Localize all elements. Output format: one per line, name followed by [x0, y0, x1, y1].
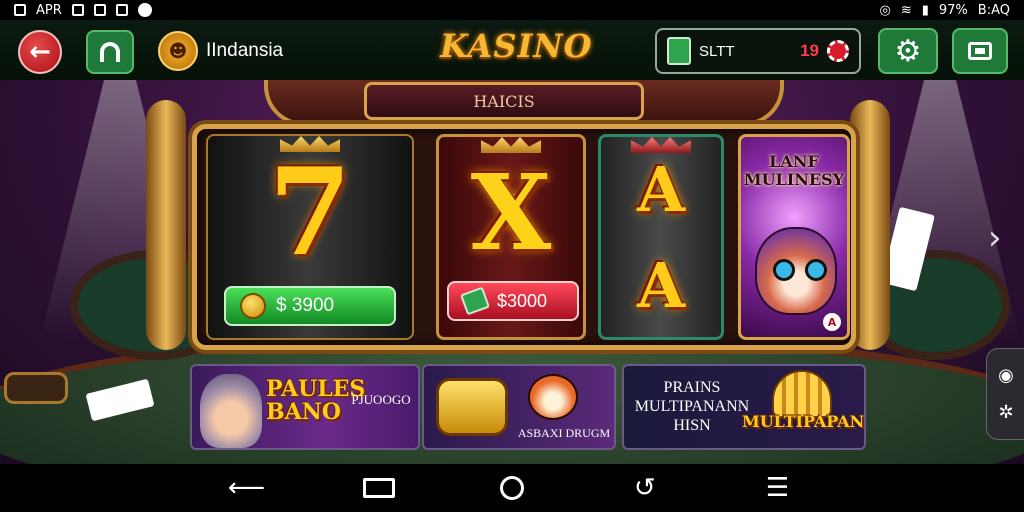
- reel-a[interactable]: A A: [598, 134, 724, 340]
- slot-pillar: [850, 100, 890, 350]
- slot-pillar: [146, 100, 186, 350]
- symbol-x: X: [470, 151, 552, 274]
- arrow-left-icon: ←: [29, 37, 51, 67]
- notification-icon: [14, 4, 26, 16]
- shell-icon: [772, 370, 832, 418]
- chip-icon: ◉: [998, 365, 1014, 386]
- back-icon: ⟵: [227, 473, 266, 503]
- reel-badge: A: [823, 313, 841, 331]
- feature-title: LANF MULINESY: [743, 152, 845, 189]
- status-left: APR: [14, 3, 152, 18]
- prize-button[interactable]: $3000: [447, 281, 579, 321]
- nav-home-button[interactable]: [490, 473, 534, 503]
- nav-back-button[interactable]: ⟵: [224, 473, 268, 503]
- window-icon: [968, 42, 992, 60]
- chip-icon: [827, 40, 849, 62]
- share-icon: ✲: [998, 402, 1014, 423]
- user-name: IIndansia: [206, 40, 284, 61]
- system-nav-bar: ⟵ ↺ ☰: [0, 464, 1024, 512]
- app-title: KASINO: [440, 27, 593, 65]
- promo-subtitle: PJUOOGO: [351, 392, 411, 407]
- side-panel-tab[interactable]: ◉ ✲: [986, 348, 1024, 440]
- signal-icon: ▮: [921, 2, 929, 18]
- home-icon: [499, 476, 524, 500]
- wallet-label: SLTT: [699, 42, 735, 60]
- symbol-a: A: [636, 153, 686, 226]
- gear-icon: ⚙: [894, 33, 922, 69]
- back-button[interactable]: ←: [18, 30, 62, 74]
- chevron-right-icon[interactable]: ›: [988, 218, 1002, 258]
- alarm-icon: ◎: [879, 2, 891, 18]
- nav-rotate-button[interactable]: ↺: [623, 473, 667, 503]
- nav-menu-button[interactable]: ☰: [756, 473, 800, 503]
- symbol-seven: 7: [268, 142, 352, 283]
- battery-percent: 97%: [938, 2, 968, 18]
- reel-seven[interactable]: 7 $ 3900: [206, 134, 414, 340]
- chip-tray: [4, 372, 68, 404]
- mascot-icon: [528, 374, 578, 420]
- home-button[interactable]: [86, 30, 134, 74]
- wallet-value: 19: [800, 41, 819, 60]
- game-icon: [137, 3, 152, 17]
- settings-button[interactable]: ⚙: [878, 28, 938, 74]
- status-left-text: APR: [36, 2, 62, 18]
- wallet-balance[interactable]: SLTT 19: [655, 28, 861, 74]
- prize-amount: $3000: [497, 290, 548, 311]
- nav-recents-button[interactable]: [357, 473, 401, 503]
- home-icon: [100, 42, 120, 62]
- prize-amount: $ 3900: [276, 295, 335, 316]
- slot-machine: HAICIS 7 $ 3900 X $3000 A A LANF MULINES…: [146, 80, 890, 358]
- cat-mascot: [755, 227, 837, 315]
- sync-icon: [93, 4, 106, 16]
- coin-stack-icon: [436, 378, 508, 436]
- status-time: B:AQ: [977, 2, 1010, 18]
- cash-icon: [459, 286, 491, 316]
- status-bar: APR ◎ ≋ ▮ 97% B:AQ: [0, 0, 1024, 20]
- gallery-icon: [115, 4, 128, 16]
- casino-scene: HAICIS 7 $ 3900 X $3000 A A LANF MULINES…: [0, 80, 1024, 464]
- app-header: ← ☻ IIndansia KASINO SLTT 19 ⚙: [0, 20, 1024, 80]
- promo-subtitle: ASBAXI DRUGM: [517, 426, 611, 440]
- crown-icon: [631, 137, 691, 153]
- slot-header-label: HAICIS: [364, 82, 644, 120]
- promo-card[interactable]: PAULES BANO PJUOOGO: [190, 364, 420, 450]
- symbol-a: A: [636, 249, 686, 322]
- menu-icon: ☰: [765, 473, 790, 503]
- reel-x[interactable]: X $3000: [436, 134, 586, 340]
- character-portrait: [200, 374, 262, 448]
- menu-button[interactable]: [952, 28, 1008, 74]
- coin-icon: [240, 293, 266, 319]
- promo-subtitle: PRAINS MULTIPANANN HISN: [634, 379, 750, 435]
- feature-reel[interactable]: LANF MULINESY A: [738, 134, 850, 340]
- avatar[interactable]: ☻: [158, 31, 198, 71]
- wifi-icon: ≋: [900, 2, 912, 18]
- cash-icon: [667, 37, 691, 65]
- status-right: ◎ ≋ ▮ 97% B:AQ: [879, 3, 1010, 18]
- promo-title: MULTIPAPANS: [742, 412, 866, 431]
- promo-card[interactable]: ASBAXI DRUGM: [422, 364, 616, 450]
- recents-icon: [363, 478, 396, 498]
- image-icon: [71, 4, 84, 16]
- rotate-icon: ↺: [633, 473, 656, 503]
- promo-card[interactable]: PRAINS MULTIPANANN HISN MULTIPAPANS: [622, 364, 866, 450]
- prize-button[interactable]: $ 3900: [224, 286, 396, 326]
